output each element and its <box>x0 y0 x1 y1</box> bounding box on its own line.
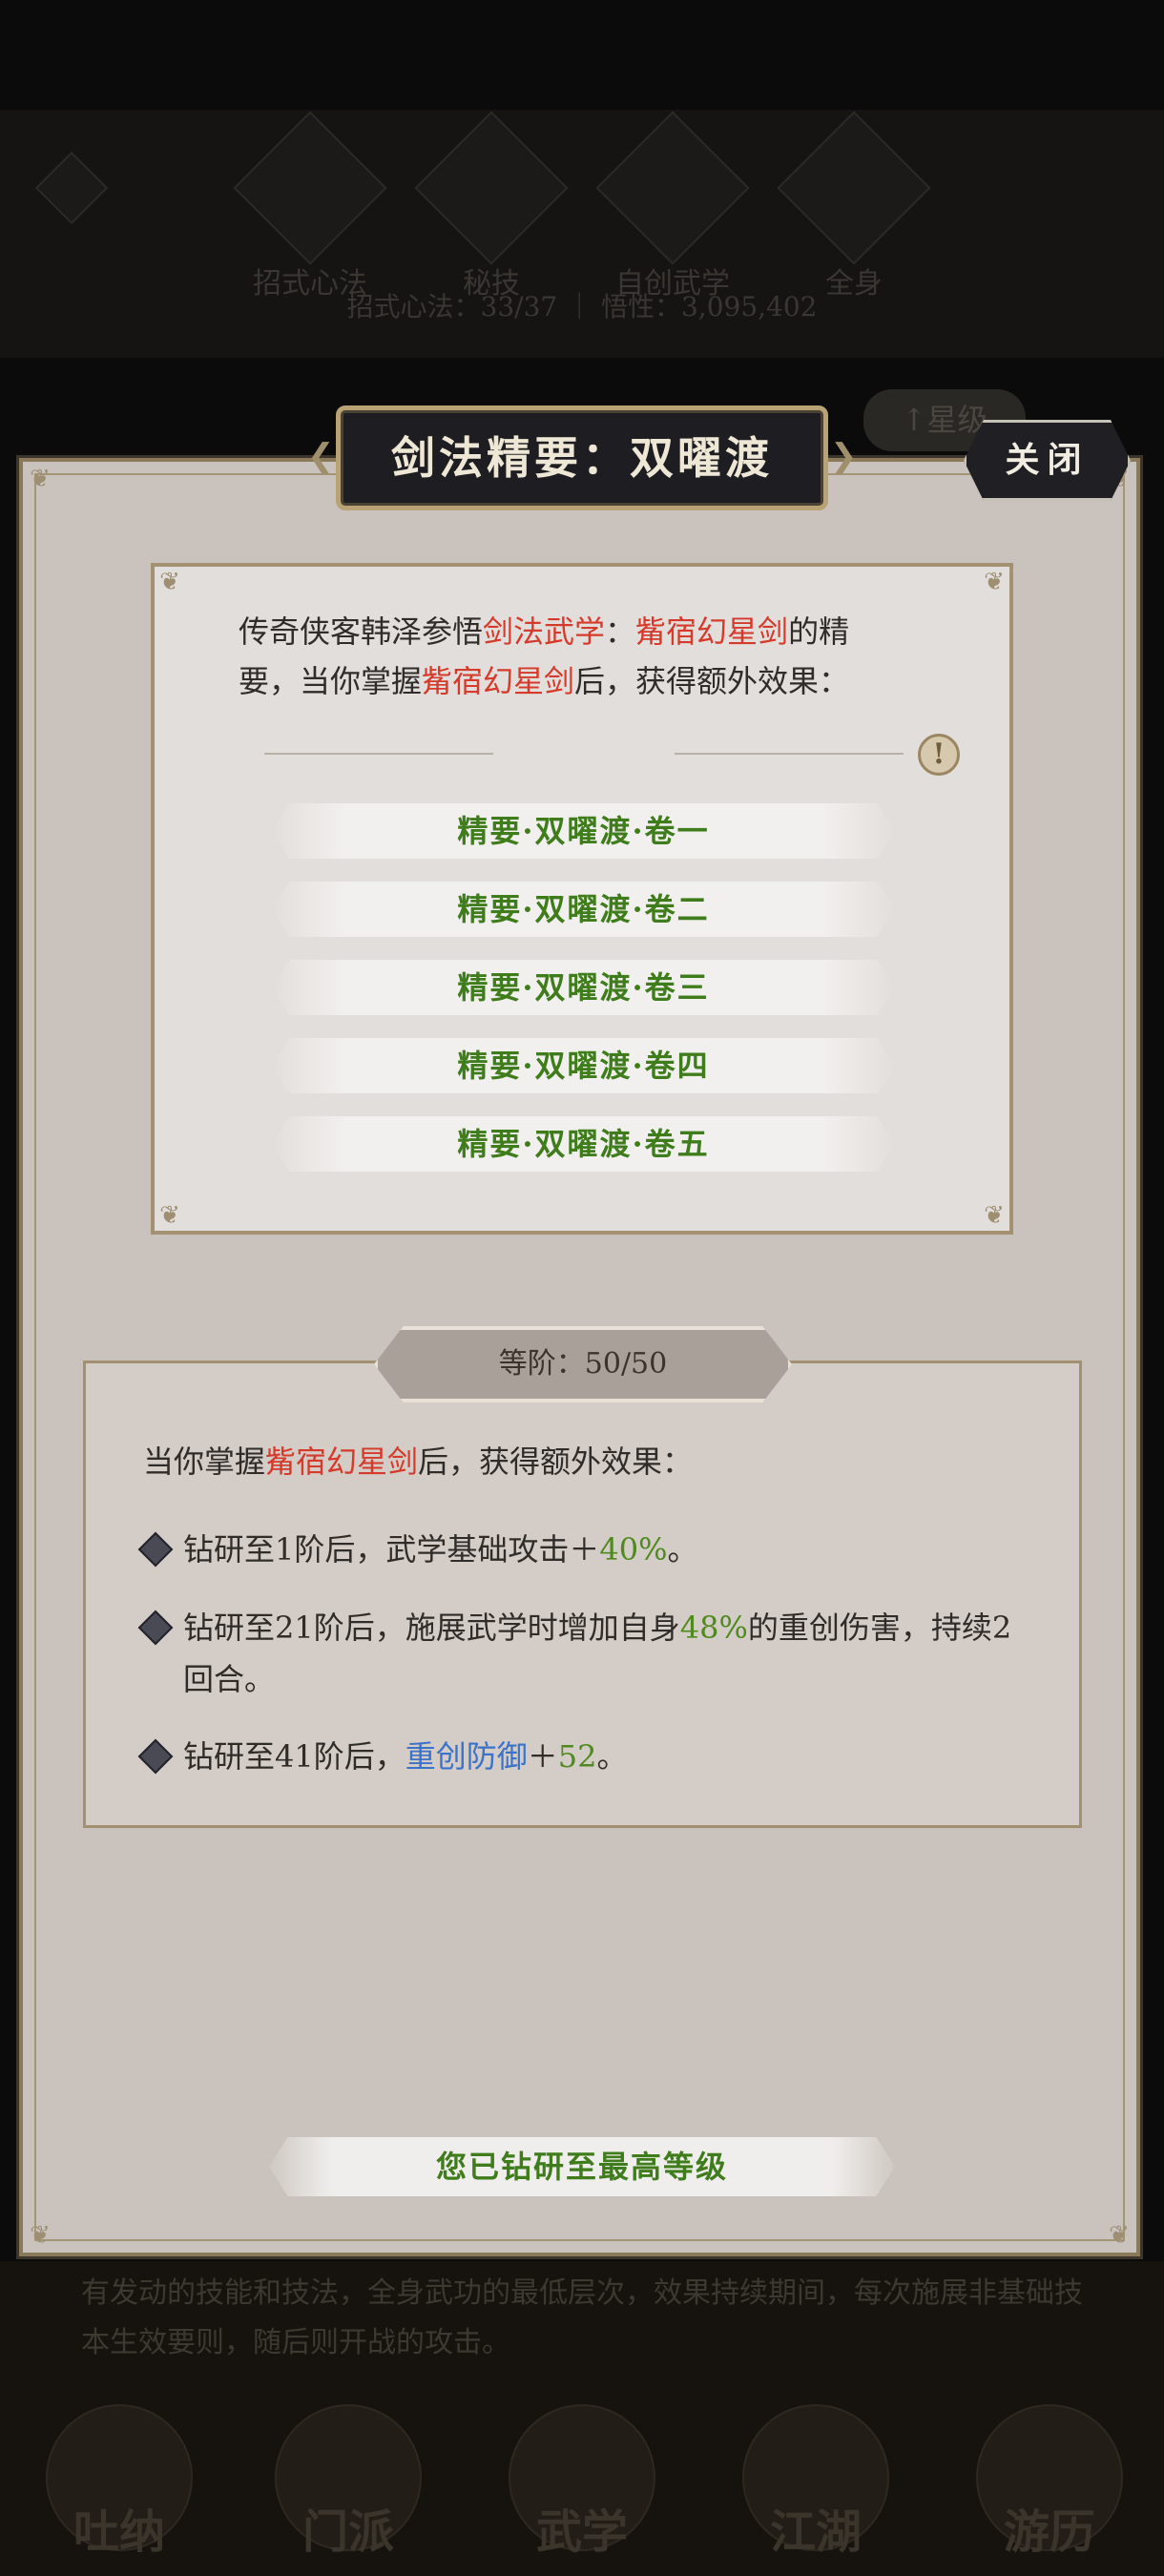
effect-text: 。 <box>667 1531 698 1568</box>
effect-text: 钻研至1阶后，武学基础攻击＋ <box>183 1531 600 1568</box>
heading-text: 后，获得额外效果： <box>418 1444 694 1480</box>
bottom-tab-label: 吐纳 <box>73 2505 165 2559</box>
nav-tab-self-created[interactable]: 自创武学 <box>595 111 750 301</box>
corner-ornament-icon: ❦ <box>984 1201 1005 1230</box>
title-wing-right-icon: ❯ <box>830 437 858 475</box>
corner-ornament-icon: ❦ <box>984 568 1005 596</box>
effect-item: 钻研至41阶后，重创防御＋52。 <box>137 1731 1040 1782</box>
title-plate: 剑法精要：双曜渡 <box>336 405 828 510</box>
bottom-tab-jianghu[interactable]: 江湖 <box>720 2404 911 2576</box>
effect-text: 。 <box>596 1738 628 1775</box>
divider <box>675 753 904 755</box>
effect-text: 钻研至41阶后， <box>183 1738 405 1775</box>
sword-icon <box>233 111 387 265</box>
rank-label: 等阶： <box>498 1347 585 1381</box>
corner-ornament-icon: ❦ <box>159 568 180 596</box>
nav-tab-body[interactable]: 全身 <box>777 111 931 301</box>
desc-highlight-skill: 觜宿幻星剑 <box>635 613 789 650</box>
desc-text: 传奇侠客韩泽参悟 <box>239 613 484 650</box>
nav-menu-icon[interactable] <box>0 134 143 286</box>
volume-item[interactable]: 精要·双曜渡·卷四 <box>271 1038 896 1093</box>
bottom-tab-label: 游历 <box>1003 2505 1095 2559</box>
effect-item: 钻研至21阶后，施展武学时增加自身48%的重创伤害，持续2回合。 <box>137 1602 1040 1705</box>
gem-bullet-icon <box>137 1610 174 1646</box>
bottom-tab-travel[interactable]: 游历 <box>954 2404 1145 2576</box>
corner-ornament-icon: ❦ <box>30 465 51 493</box>
max-level-button[interactable]: 您已钻研至最高等级 <box>269 2137 895 2196</box>
effect-item: 钻研至1阶后，武学基础攻击＋40%。 <box>137 1524 1040 1575</box>
volume-item[interactable]: 精要·双曜渡·卷二 <box>271 882 896 937</box>
corner-ornament-icon: ❦ <box>30 2221 51 2250</box>
rank-effects-box: 当你掌握觜宿幻星剑后，获得额外效果： 钻研至1阶后，武学基础攻击＋40%。 钻研… <box>83 1361 1082 1828</box>
page-title: 剑法精要：双曜渡 <box>391 432 773 484</box>
divider <box>264 753 493 755</box>
volume-item[interactable]: 精要·双曜渡·卷三 <box>271 960 896 1015</box>
corner-ornament-icon: ❦ <box>1109 2221 1130 2250</box>
desc-text: 后，获得额外效果： <box>574 663 850 699</box>
info-icon[interactable]: ! <box>918 734 960 776</box>
desc-text: ： <box>605 613 636 650</box>
corner-ornament-icon: ❦ <box>159 1201 180 1230</box>
volume-item[interactable]: 精要·双曜渡·卷五 <box>271 1116 896 1172</box>
effect-text: ＋ <box>527 1738 558 1775</box>
bottom-tab-label: 江湖 <box>769 2505 862 2559</box>
bottom-tab-sect[interactable]: 门派 <box>253 2404 444 2576</box>
heading-skill: 觜宿幻星剑 <box>265 1444 419 1480</box>
scroll-icon <box>595 111 750 265</box>
effect-value: 52 <box>557 1738 597 1775</box>
effect-value: 48% <box>679 1610 748 1646</box>
book-icon <box>414 111 569 265</box>
stats-bar: 招式心法：33/37 ｜ 悟性：3,095,402 <box>346 291 818 322</box>
gem-bullet-icon <box>137 1531 174 1568</box>
heading-text: 当你掌握 <box>143 1444 266 1480</box>
bottom-tab-label: 门派 <box>301 2505 394 2559</box>
meditation-icon <box>777 111 931 265</box>
effect-text: 钻研至21阶后，施展武学时增加自身 <box>183 1610 680 1646</box>
volume-item[interactable]: 精要·双曜渡·卷一 <box>271 803 896 859</box>
background-description: 有发动的技能和技法，全身武功的最低层次，效果持续期间，每次施展非基础技本生效要则… <box>81 2276 1083 2359</box>
bottom-tab-label: 武学 <box>535 2505 628 2559</box>
nav-tab-moves[interactable]: 招式心法 <box>233 111 387 301</box>
bottom-tab-breathing[interactable]: 吐纳 <box>24 2404 215 2576</box>
rank-badge: 等阶：50/50 <box>374 1326 792 1402</box>
rank-value: 50/50 <box>584 1347 668 1381</box>
gem-bullet-icon <box>137 1738 174 1775</box>
bottom-tab-martial[interactable]: 武学 <box>487 2404 677 2576</box>
effect-value: 40% <box>599 1531 668 1568</box>
desc-highlight-skill: 觜宿幻星剑 <box>422 663 575 699</box>
effects-heading: 当你掌握觜宿幻星剑后，获得额外效果： <box>143 1438 693 1482</box>
title-wing-left-icon: ❮ <box>307 437 335 475</box>
essence-description[interactable]: 传奇侠客韩泽参悟剑法武学：觜宿幻星剑的精要，当你掌握觜宿幻星剑后，获得额外效果： <box>239 607 906 745</box>
nav-tab-secret[interactable]: 秘技 <box>414 111 569 301</box>
close-button[interactable]: 关闭 <box>964 420 1131 501</box>
essence-card: ❦ ❦ ❦ ❦ 传奇侠客韩泽参悟剑法武学：觜宿幻星剑的精要，当你掌握觜宿幻星剑后… <box>151 563 1013 1235</box>
desc-highlight-category: 剑法武学 <box>483 613 606 650</box>
effect-stat-name: 重创防御 <box>405 1738 528 1775</box>
